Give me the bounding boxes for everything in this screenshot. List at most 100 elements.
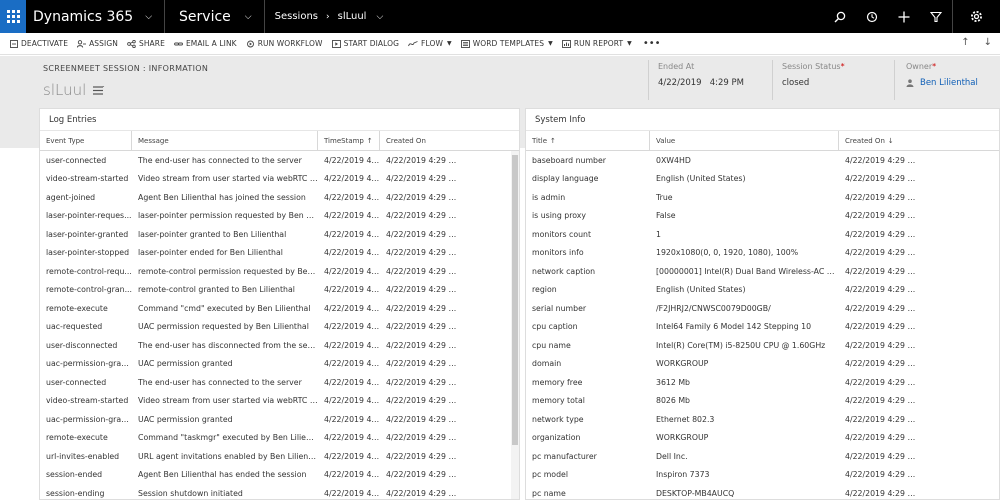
column-created-on[interactable]: Created On [380,131,459,151]
table-row[interactable]: user-disconnected The end-user has discon… [40,336,519,355]
word-templates-button[interactable]: WORD TEMPLATES ▼ [460,39,553,48]
table-row[interactable]: is admin True 4/22/2019 4:29 P... [526,188,999,207]
column-value[interactable]: Value [650,130,839,151]
session-status-value[interactable]: closed [782,78,845,88]
table-row[interactable]: serial number/F2JHRJ2/CNWSC0079D00GB/4/2… [526,299,999,318]
email-link-button[interactable]: EMAIL A LINK [173,39,237,48]
table-row[interactable]: region English (United States) 4/22/2019 4… [526,281,999,300]
create-button[interactable] [888,0,920,33]
table-cell: Video stream from user started via webRT… [138,174,318,184]
session-status-field: Session Status* closed [782,62,845,88]
table-cell: 4/22/2019 4:... [324,414,380,424]
table-row[interactable]: user-connected The end-user has connected… [40,373,519,392]
table-cell: 4/22/2019 4:29 P... [845,248,917,258]
table-cell: session-ending [46,488,105,498]
table-row[interactable]: pc name DESKTOP-MB4AUCQ 4/22/2019 4:29 P..… [526,484,999,499]
table-row[interactable]: remote-control-gran... remote-control gra… [40,281,519,300]
brand-switcher[interactable]: Dynamics 365 ⌵ [26,0,166,33]
table-cell: English (United States) [656,285,746,295]
table-cell: laser-pointer-granted [46,229,129,239]
table-row[interactable]: pc model Inspiron 7373 4/22/2019 4:29 P... [526,466,999,485]
table-row[interactable]: session-ended Agent Ben Lilienthal has en… [40,466,519,485]
table-cell: monitors info [532,248,584,258]
table-cell: 4/22/2019 4:29 P... [386,488,459,498]
table-row[interactable]: agent-joined Agent Ben Lilienthal has joi… [40,188,519,207]
app-name: Service [179,8,231,25]
ended-at-field: Ended At 4/22/2019 4:29 PM [658,62,744,88]
table-row[interactable]: monitors count 1 4/22/2019 4:29 P... [526,225,999,244]
table-cell: 4/22/2019 4:29 P... [386,451,459,461]
top-navigation-bar: Dynamics 365 ⌵ Service ⌵ Sessions › slLu… [0,0,1000,33]
table-row[interactable]: remote-control-requ... remote-control per… [40,262,519,281]
app-launcher-button[interactable] [0,0,26,33]
table-cell: memory total [532,396,585,406]
advanced-find-button[interactable] [920,0,952,33]
table-cell: URL agent invitations enabled by Ben Lil… [138,451,318,461]
column-created-on[interactable]: Created On ↓ [839,131,917,151]
settings-button[interactable] [952,0,1000,33]
search-button[interactable] [824,0,856,33]
form-selector-icon[interactable] [93,85,105,95]
flow-button[interactable]: FLOW ▼ [408,39,452,48]
log-grid-scrollbar[interactable] [511,151,519,499]
run-report-button[interactable]: RUN REPORT ▼ [561,39,632,48]
table-row[interactable]: network type Ethernet 802.3 4/22/2019 4:29… [526,410,999,429]
table-row[interactable]: pc manufacturer Dell Inc. 4/22/2019 4:29 P… [526,447,999,466]
breadcrumb-record[interactable]: slLuul [338,11,367,22]
table-row[interactable]: uac-requested UAC permission requested by… [40,318,519,337]
scrollbar-thumb[interactable] [512,155,518,445]
recent-button[interactable] [856,0,888,33]
table-cell: cpu name [532,340,571,350]
sort-descending-icon: ↓ [887,136,894,145]
table-row[interactable]: video-stream-started Video stream from us… [40,170,519,189]
owner-lookup[interactable]: Ben Lilienthal [906,78,978,88]
table-row[interactable]: video-stream-started Video stream from us… [40,392,519,411]
column-title[interactable]: Title ↑ [526,130,650,151]
deactivate-button[interactable]: DEACTIVATE [10,39,68,48]
table-cell: 4/22/2019 4:... [324,174,380,184]
table-row[interactable]: laser-pointer-reques... laser-pointer per… [40,207,519,226]
table-cell: 3612 Mb [656,377,690,387]
table-row[interactable]: uac-permission-gran... UAC permission gra… [40,355,519,374]
table-row[interactable]: cpu name Intel(R) Core(TM) i5-8250U CPU @… [526,336,999,355]
start-dialog-button[interactable]: START DIALOG [331,39,399,48]
assign-button[interactable]: ASSIGN [77,39,118,48]
table-row[interactable]: laser-pointer-granted laser-pointer grant… [40,225,519,244]
table-row[interactable]: user-connected The end-user has connected… [40,151,519,170]
table-row[interactable]: organization WORKGROUP 4/22/2019 4:29 P... [526,429,999,448]
table-cell: 4/22/2019 4:... [324,470,380,480]
table-row[interactable]: laser-pointer-stopped laser-pointer ended… [40,244,519,263]
share-button[interactable]: SHARE [127,39,165,48]
header-divider [894,60,895,100]
table-row[interactable]: domain WORKGROUP 4/22/2019 4:29 P... [526,355,999,374]
column-message[interactable]: Message [132,130,318,151]
next-record-icon[interactable]: ↓ [984,37,992,48]
table-row[interactable]: url-invites-enabled URL agent invitations… [40,447,519,466]
table-row[interactable]: display language English (United States) 4… [526,170,999,189]
chevron-down-icon: ▼ [447,40,452,47]
table-row[interactable]: remote-execute Command "taskmgr" executed… [40,429,519,448]
table-row[interactable]: session-ending Session shutdown initiated… [40,484,519,499]
table-cell: 4/22/2019 4:29 P... [845,359,917,369]
table-row[interactable]: remote-execute Command "cmd" executed by … [40,299,519,318]
table-row[interactable]: network caption [00000001] Intel(R) Dual … [526,262,999,281]
app-switcher[interactable]: Service ⌵ [165,0,265,33]
more-commands-button[interactable]: ••• [643,38,661,49]
table-cell: laser-pointer granted to Ben Lilienthal [138,229,287,239]
log-entries-panel: Log Entries Event Type Message TimeStamp… [39,108,520,500]
table-row[interactable]: is using proxy False 4/22/2019 4:29 P... [526,207,999,226]
table-row[interactable]: uac-permission-gran... UAC permission gra… [40,410,519,429]
chevron-down-icon[interactable]: ⌵ [376,12,383,22]
table-cell: url-invites-enabled [46,451,120,461]
column-event-type[interactable]: Event Type [40,130,132,151]
column-timestamp[interactable]: TimeStamp ↑ [318,130,380,151]
table-row[interactable]: memory free 3612 Mb 4/22/2019 4:29 P... [526,373,999,392]
run-workflow-button[interactable]: RUN WORKFLOW [246,39,323,48]
table-row[interactable]: baseboard number 0XW4HD 4/22/2019 4:29 P..… [526,151,999,170]
table-row[interactable]: cpu caption Intel64 Family 6 Model 142 St… [526,318,999,337]
table-cell: 4/22/2019 4:29 P... [845,266,917,276]
breadcrumb-sessions[interactable]: Sessions [275,11,318,22]
table-row[interactable]: monitors info 1920x1080(0, 0, 1920, 1080)… [526,244,999,263]
table-row[interactable]: memory total 8026 Mb 4/22/2019 4:29 P... [526,392,999,411]
previous-record-icon[interactable]: ↑ [961,37,969,48]
